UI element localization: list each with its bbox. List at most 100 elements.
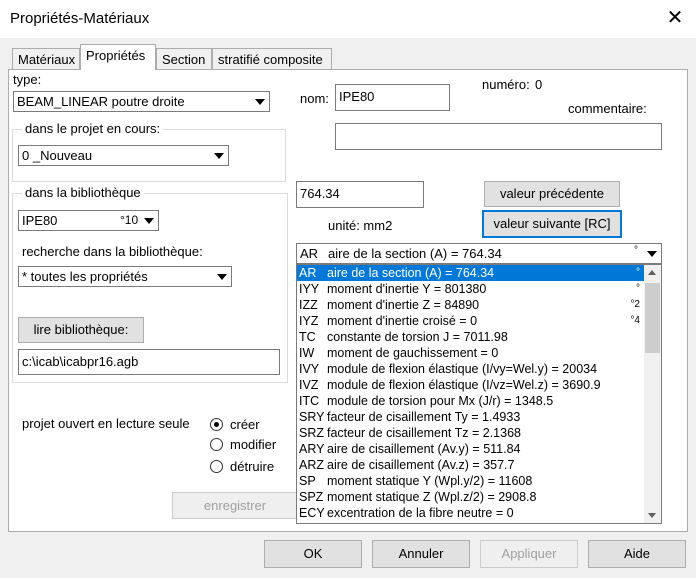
scroll-thumb[interactable]: [645, 283, 660, 353]
list-item-code: ARY: [299, 442, 325, 456]
unit-label: unité: mm2: [328, 218, 393, 233]
property-select-unit: °: [634, 245, 638, 256]
list-item-text: aire de cisaillement (Av.y) = 511.84: [327, 442, 521, 456]
list-item-code: IW: [299, 346, 315, 360]
close-icon[interactable]: ✕: [660, 5, 690, 31]
apply-button[interactable]: Appliquer: [480, 540, 578, 568]
radio-creer-label[interactable]: créer: [230, 417, 260, 432]
tab-stratifie-composite[interactable]: stratifié composite: [212, 48, 332, 70]
property-select-text: aire de la section (A) = 764.34: [328, 246, 502, 261]
list-scrollbar[interactable]: [644, 265, 661, 523]
list-item-text: moment d'inertie Z = 84890: [327, 298, 480, 312]
list-item[interactable]: SRY facteur de cisaillement Ty = 1.4933: [297, 409, 644, 425]
list-item[interactable]: IVY module de flexion élastique (I/vy=Wel…: [297, 361, 644, 377]
list-item[interactable]: ECY excentration de la fibre neutre = 0: [297, 505, 644, 521]
chevron-down-icon[interactable]: [210, 147, 227, 164]
previous-value-button[interactable]: valeur précédente: [484, 181, 620, 207]
type-select[interactable]: BEAM_LINEAR poutre droite: [13, 91, 270, 112]
list-item-code: SPZ: [299, 490, 324, 504]
chevron-down-icon[interactable]: [213, 268, 230, 285]
library-group-title: dans la bibliothèque: [22, 185, 144, 200]
next-value-button[interactable]: valeur suivante [RC]: [482, 210, 622, 238]
value-field[interactable]: 764.34: [296, 181, 424, 208]
radio-modifier[interactable]: [210, 438, 223, 451]
list-item-text: moment statique Z (Wpl.z/2) = 2908.8: [327, 490, 537, 504]
save-button[interactable]: enregistrer: [172, 492, 298, 519]
chevron-down-icon[interactable]: [251, 93, 268, 110]
radio-detruire-label[interactable]: détruire: [230, 459, 274, 474]
list-item-text: module de flexion élastique (I/vz=Wel.z)…: [327, 378, 601, 392]
list-item-code: ECY: [299, 506, 325, 520]
list-item[interactable]: SPZ moment statique Z (Wpl.z/2) = 2908.8: [297, 489, 644, 505]
numero-value: 0: [535, 77, 543, 92]
list-item[interactable]: TC constante de torsion J = 7011.98: [297, 329, 644, 345]
list-item-code: SRY: [299, 410, 325, 424]
list-item[interactable]: SRZ facteur de cisaillement Tz = 2.1368: [297, 425, 644, 441]
list-item-code: ARZ: [299, 458, 324, 472]
list-item-code: ITC: [299, 394, 320, 408]
list-item[interactable]: IYY moment d'inertie Y = 801380 °: [297, 281, 644, 297]
chevron-down-icon[interactable]: [140, 212, 157, 229]
scroll-up-icon[interactable]: [648, 270, 656, 275]
library-path-field[interactable]: c:\icab\icabpr16.agb: [18, 349, 280, 375]
list-item[interactable]: SP moment statique Y (Wpl.y/2) = 11608: [297, 473, 644, 489]
commentaire-label: commentaire:: [568, 101, 647, 116]
list-item-code: SRZ: [299, 426, 324, 440]
list-item-text: constante de torsion J = 7011.98: [327, 330, 508, 344]
list-item-code: IYY: [299, 282, 320, 296]
list-item[interactable]: IYZ moment d'inertie croisé = 0 °4: [297, 313, 644, 329]
numero-label: numéro:: [482, 77, 530, 92]
project-select[interactable]: 0 _Nouveau: [18, 145, 229, 166]
list-item-unit: °: [636, 267, 640, 278]
help-button[interactable]: Aide: [588, 540, 686, 568]
nom-field[interactable]: IPE80: [335, 84, 450, 111]
list-item-text: moment de gauchissement = 0: [327, 346, 499, 360]
list-item-text: aire de la section (A) = 764.34: [327, 266, 495, 280]
list-item-text: moment d'inertie croisé = 0: [327, 314, 478, 328]
cancel-button[interactable]: Annuler: [372, 540, 470, 568]
ok-button[interactable]: OK: [264, 540, 362, 568]
list-item[interactable]: ARY aire de cisaillement (Av.y) = 511.84: [297, 441, 644, 457]
list-item-unit: °: [636, 283, 640, 294]
commentaire-field[interactable]: [335, 123, 662, 150]
chevron-down-icon[interactable]: [643, 245, 660, 262]
nom-label: nom:: [300, 91, 329, 106]
library-select[interactable]: IPE80 °10: [18, 210, 159, 231]
project-select-value: 0 _Nouveau: [22, 148, 93, 163]
radio-detruire[interactable]: [210, 460, 223, 473]
tab-section[interactable]: Section: [156, 48, 212, 70]
list-item-code: IYZ: [299, 314, 319, 328]
list-item-code: IZZ: [299, 298, 318, 312]
list-item[interactable]: AR aire de la section (A) = 764.34 °: [297, 265, 644, 281]
type-select-value: BEAM_LINEAR poutre droite: [17, 94, 185, 109]
list-item-text: aire de cisaillement (Av.z) = 357.7: [327, 458, 515, 472]
read-library-button[interactable]: lire bibliothèque:: [18, 317, 144, 343]
search-select-value: * toutes les propriétés: [22, 269, 148, 284]
list-item-text: moment d'inertie Y = 801380: [327, 282, 487, 296]
property-dropdown-list[interactable]: AR aire de la section (A) = 764.34 ° IYY mom…: [296, 264, 662, 524]
list-item[interactable]: IVZ module de flexion élastique (I/vz=Wel…: [297, 377, 644, 393]
list-item-code: SP: [299, 474, 316, 488]
list-item-code: IVY: [299, 362, 320, 376]
project-group-title: dans le projet en cours:: [22, 121, 164, 136]
property-select[interactable]: AR aire de la section (A) = 764.34 °: [296, 243, 662, 264]
scroll-down-icon[interactable]: [648, 513, 656, 518]
radio-creer[interactable]: [210, 418, 223, 431]
list-item-code: AR: [299, 266, 317, 280]
tab-materiaux[interactable]: Matériaux: [12, 48, 80, 70]
list-item[interactable]: IZZ moment d'inertie Z = 84890 °2: [297, 297, 644, 313]
list-item-text: module de flexion élastique (I/vy=Wel.y)…: [327, 362, 598, 376]
list-item[interactable]: ITC module de torsion pour Mx (J/r) = 134…: [297, 393, 644, 409]
library-select-value: IPE80: [22, 213, 58, 228]
window-title: Propriétés-Matériaux: [10, 10, 150, 27]
list-item[interactable]: IW moment de gauchissement = 0: [297, 345, 644, 361]
list-item-code: TC: [299, 330, 316, 344]
search-label: recherche dans la bibliothèque:: [22, 244, 203, 259]
list-item-unit: °2: [630, 299, 640, 310]
list-item-text: moment statique Y (Wpl.y/2) = 11608: [327, 474, 533, 488]
library-select-suffix: °10: [120, 213, 139, 227]
search-select[interactable]: * toutes les propriétés: [18, 266, 232, 287]
list-item[interactable]: ARZ aire de cisaillement (Av.z) = 357.7: [297, 457, 644, 473]
radio-modifier-label[interactable]: modifier: [230, 437, 276, 452]
tab-proprietes[interactable]: Propriétés: [80, 44, 156, 70]
